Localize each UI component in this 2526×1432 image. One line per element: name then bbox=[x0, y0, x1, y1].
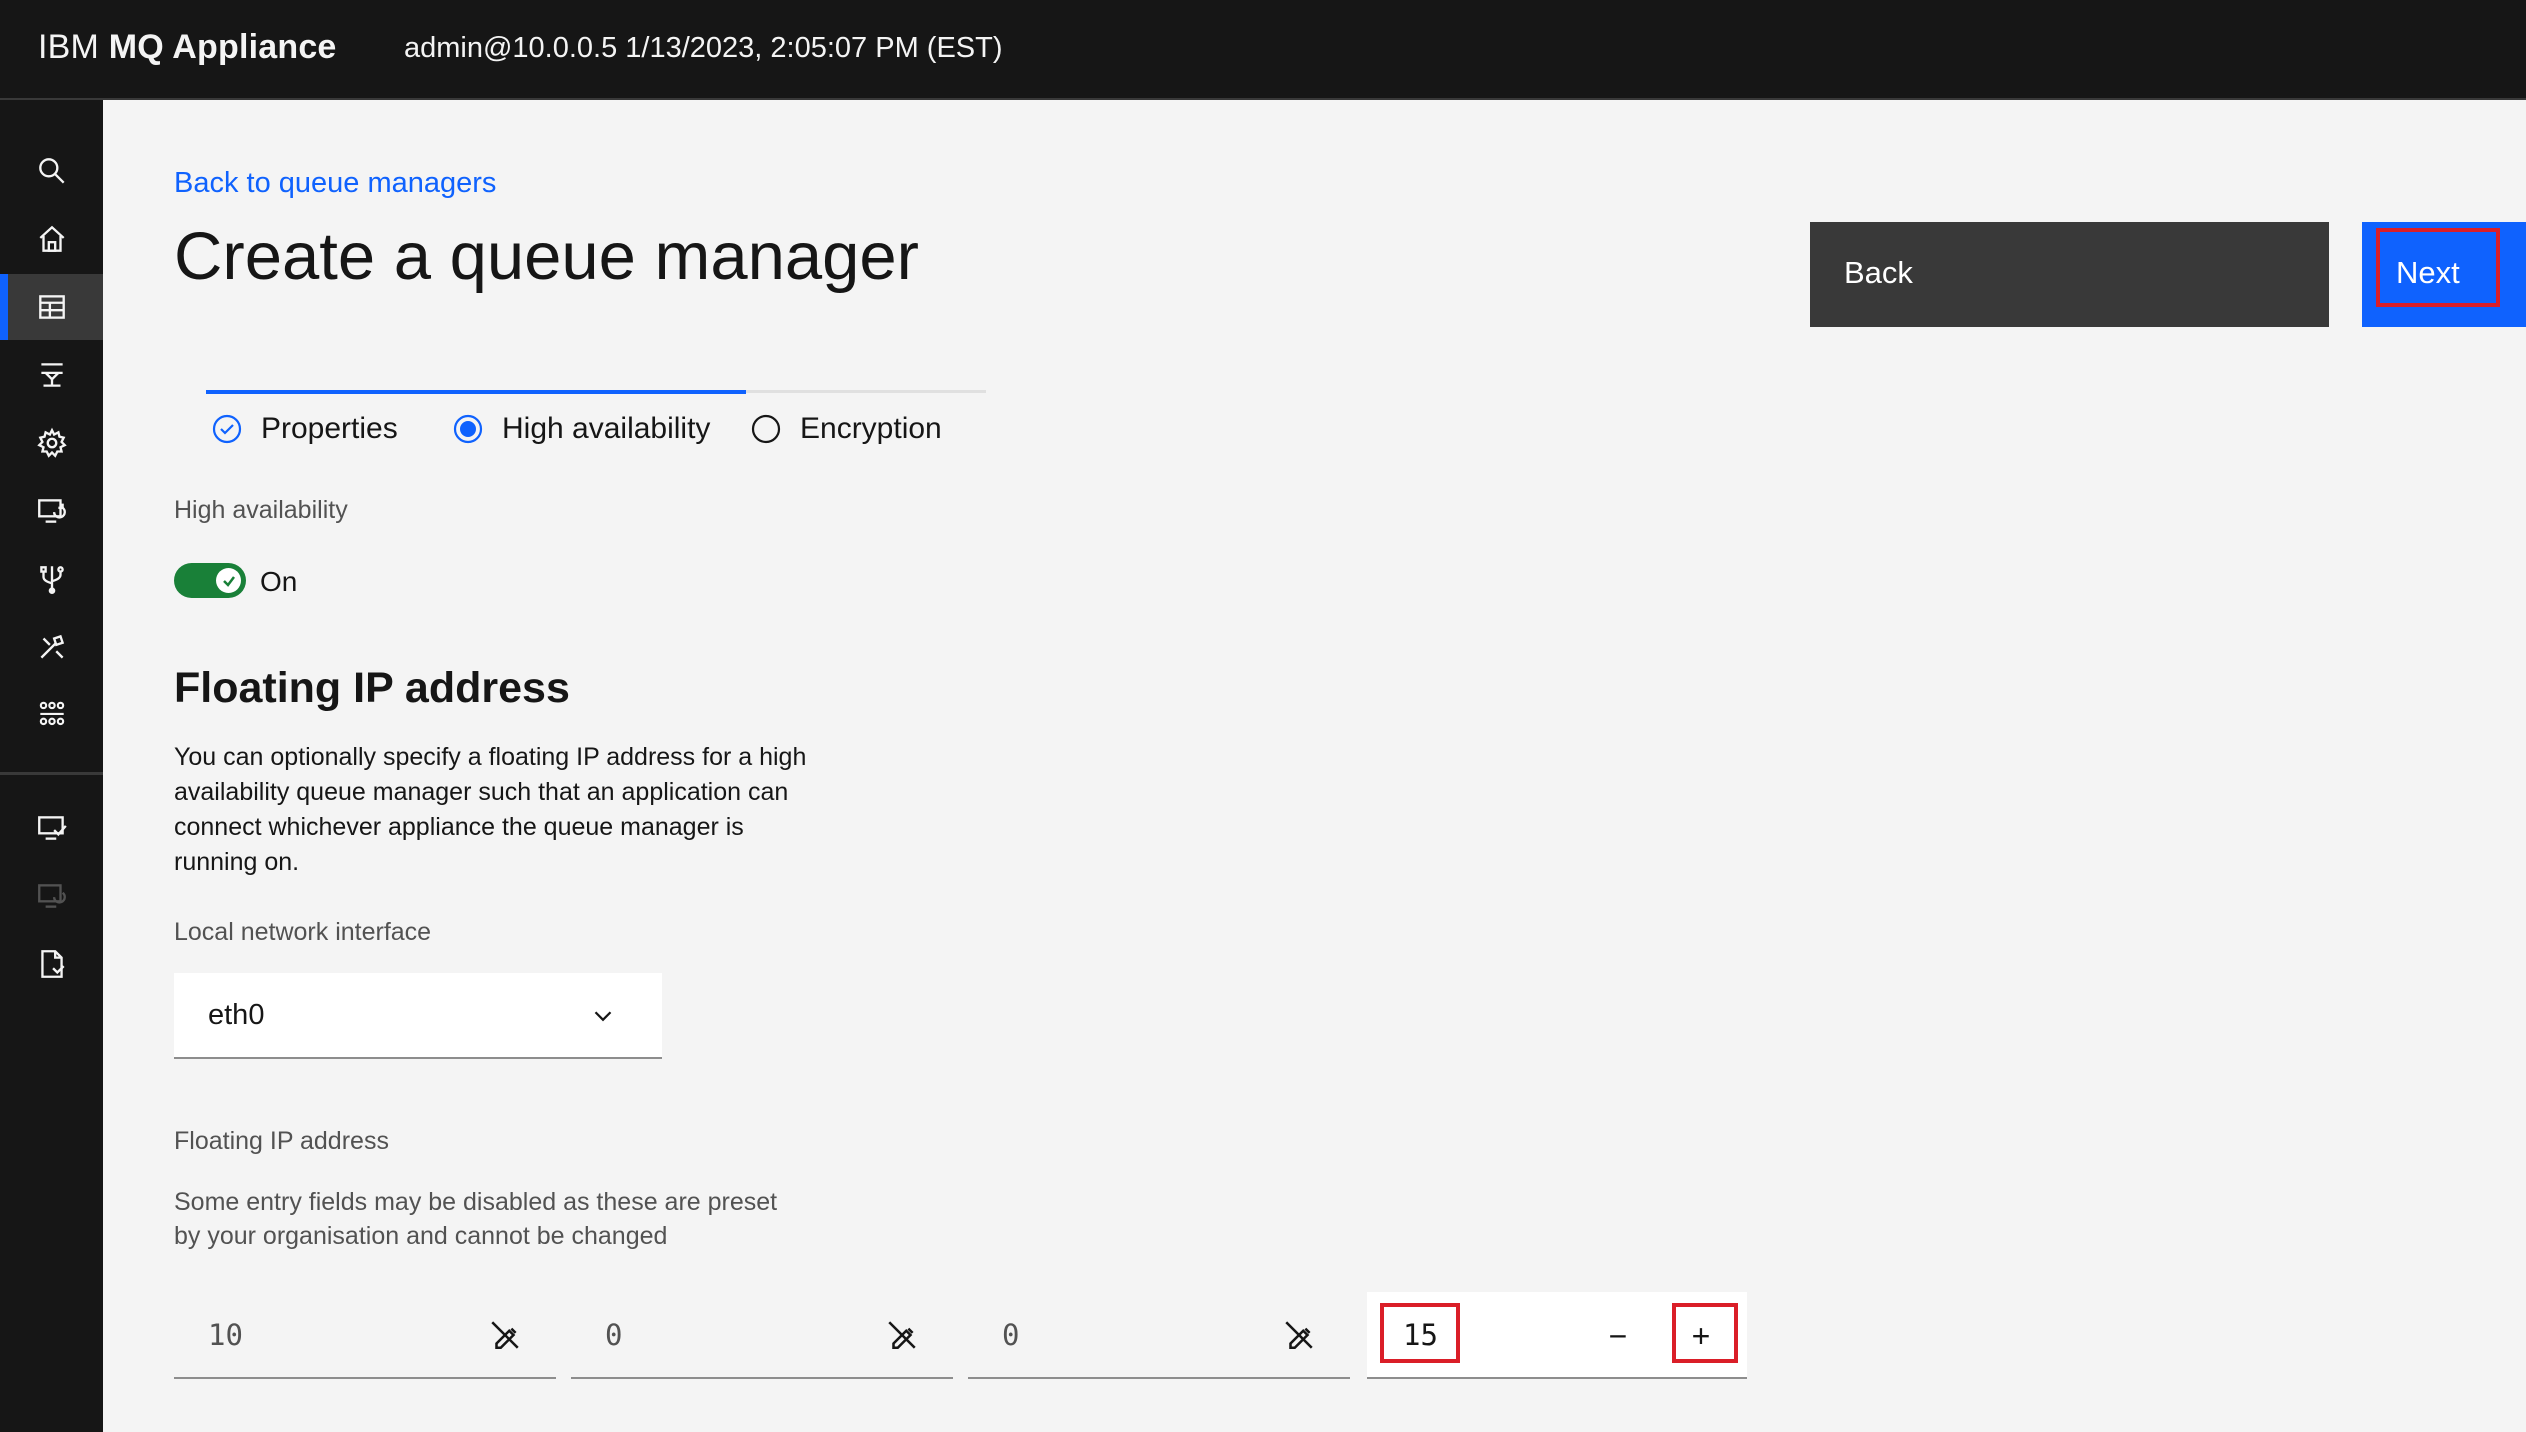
rail-search[interactable] bbox=[0, 138, 103, 204]
step-label: Properties bbox=[261, 412, 398, 445]
toggle-knob bbox=[216, 568, 241, 593]
local-network-interface-label: Local network interface bbox=[174, 918, 432, 946]
chevron-down-icon bbox=[594, 1011, 612, 1022]
brand-name: MQ Appliance bbox=[108, 28, 337, 66]
connect-icon bbox=[40, 363, 63, 387]
edit-off-icon bbox=[888, 1321, 916, 1350]
table-icon bbox=[38, 295, 65, 319]
rail-settings[interactable] bbox=[0, 410, 103, 476]
user-info: admin@10.0.0.5 1/13/2023, 2:05:07 PM (ES… bbox=[404, 32, 1003, 64]
floating-ip-description: You can optionally specify a floating IP… bbox=[174, 743, 807, 876]
product-name[interactable]: IBM MQ Appliance bbox=[38, 28, 337, 67]
toggle-state-text: On bbox=[260, 566, 298, 597]
rail-home[interactable] bbox=[0, 206, 103, 272]
ip-octet-4-stepper[interactable]: 15 − + bbox=[1367, 1292, 1747, 1379]
floating-ip-heading: Floating IP address bbox=[174, 664, 570, 712]
side-rail bbox=[0, 100, 103, 1432]
ip-octet-4-input[interactable]: 15 bbox=[1403, 1318, 1438, 1352]
home-icon bbox=[39, 225, 64, 252]
ip-octet-3-field: 0 bbox=[968, 1292, 1350, 1379]
checkmark-outline-icon bbox=[212, 414, 242, 444]
local-network-interface-select[interactable]: eth0 bbox=[174, 973, 662, 1059]
document-icon bbox=[40, 950, 65, 978]
monitor-sync-icon bbox=[37, 499, 66, 523]
settings-icon bbox=[36, 427, 67, 458]
rail-tools[interactable] bbox=[0, 614, 103, 680]
rail-document[interactable] bbox=[0, 931, 103, 997]
high-availability-toggle[interactable] bbox=[174, 563, 246, 598]
increment-button[interactable]: + bbox=[1679, 1314, 1723, 1358]
step-high-availability[interactable]: High availability bbox=[452, 412, 710, 446]
step-properties[interactable]: Properties bbox=[211, 412, 398, 446]
select-value: eth0 bbox=[208, 999, 265, 1031]
progress-fill bbox=[206, 390, 746, 394]
rail-connections[interactable] bbox=[0, 342, 103, 408]
rail-queue-managers[interactable] bbox=[0, 274, 103, 340]
ip-octet-value: 0 bbox=[1002, 1318, 1020, 1352]
ip-octet-2-field: 0 bbox=[571, 1292, 953, 1379]
edit-off-icon bbox=[1285, 1321, 1313, 1350]
step-label: Encryption bbox=[800, 412, 942, 445]
step-label: High availability bbox=[502, 412, 711, 445]
search-icon bbox=[38, 158, 65, 184]
back-button[interactable]: Back bbox=[1810, 222, 2329, 327]
back-to-queue-managers-link[interactable]: Back to queue managers bbox=[174, 167, 496, 200]
current-step-icon bbox=[453, 414, 483, 444]
tools-icon bbox=[40, 634, 64, 659]
top-header: IBM MQ Appliance admin@10.0.0.5 1/13/202… bbox=[0, 0, 2526, 100]
ip-octet-value: 0 bbox=[605, 1318, 623, 1352]
page-title: Create a queue manager bbox=[174, 219, 919, 294]
grid-icon bbox=[39, 701, 64, 726]
checkmark-icon bbox=[222, 575, 235, 587]
edit-off-icon bbox=[491, 1321, 519, 1350]
ip-octet-1-field: 10 bbox=[174, 1292, 556, 1379]
rail-grid[interactable] bbox=[0, 682, 103, 748]
floating-ip-helper-text: Some entry fields may be disabled as the… bbox=[174, 1188, 778, 1250]
step-encryption[interactable]: Encryption bbox=[750, 412, 942, 446]
monitor-disabled-icon bbox=[37, 884, 66, 908]
usb-icon bbox=[39, 566, 64, 594]
incomplete-step-icon bbox=[751, 414, 781, 444]
rail-divider bbox=[0, 772, 103, 775]
rail-monitor-disabled bbox=[0, 863, 103, 929]
ip-octet-value: 10 bbox=[208, 1318, 243, 1352]
floating-ip-address-label: Floating IP address bbox=[174, 1127, 389, 1155]
brand-prefix: IBM bbox=[38, 28, 100, 66]
rail-usb[interactable] bbox=[0, 546, 103, 612]
decrement-button[interactable]: − bbox=[1596, 1314, 1640, 1358]
rail-monitor-sync[interactable] bbox=[0, 478, 103, 544]
main-content: Back to queue managers Create a queue ma… bbox=[103, 100, 2526, 1432]
rail-monitor-check[interactable] bbox=[0, 795, 103, 861]
high-availability-label: High availability bbox=[174, 496, 348, 524]
next-button[interactable]: Next bbox=[2362, 222, 2526, 327]
monitor-check-icon bbox=[37, 816, 67, 840]
